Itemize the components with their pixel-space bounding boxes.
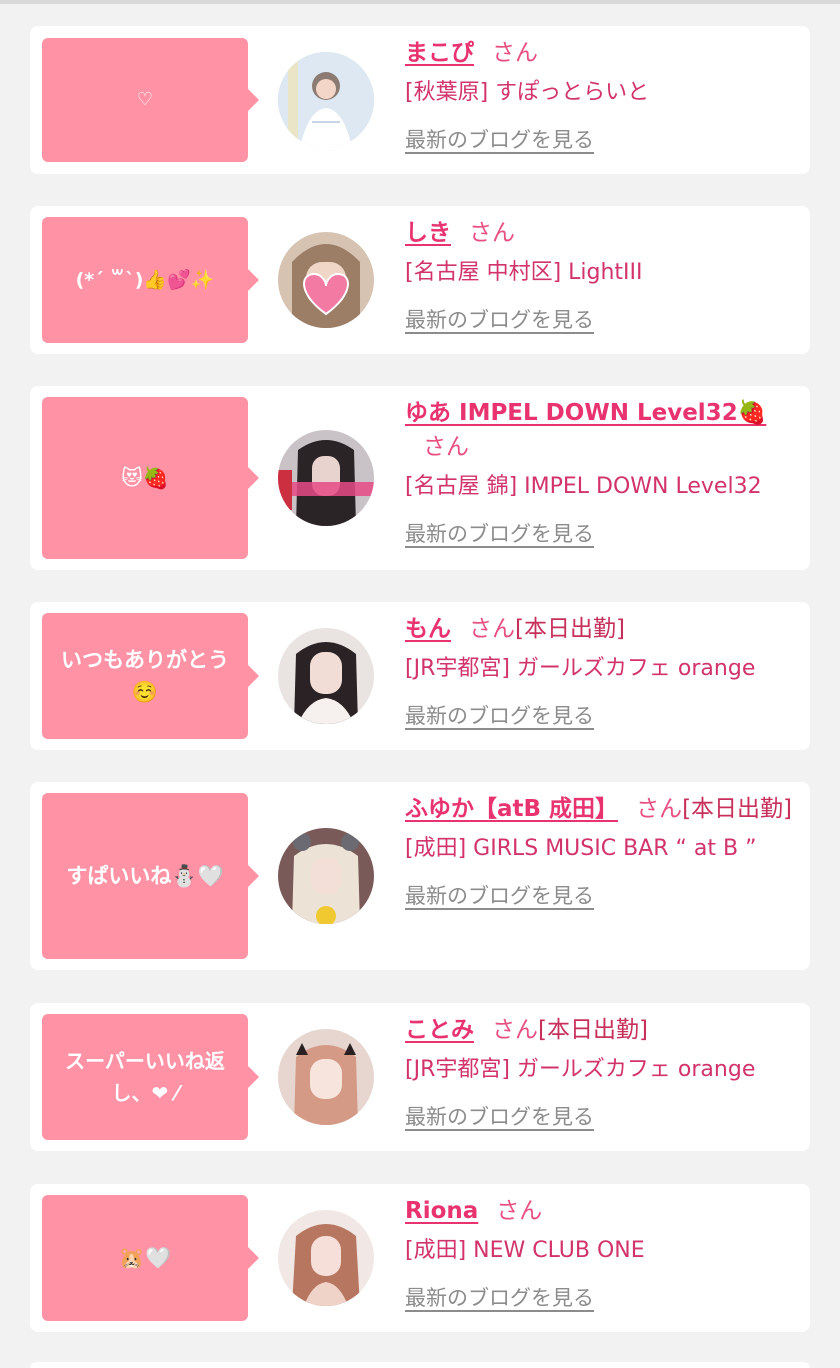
message-bubble: 🐹🤍 [42, 1195, 259, 1321]
user-name-link[interactable]: しき [405, 220, 451, 246]
message-bubble: ♡ [42, 38, 259, 162]
shop-info: [JR宇都宮] ガールズカフェ orange [405, 1057, 756, 1082]
user-name-link[interactable]: ゆあ IMPEL DOWN Level32🍓 [405, 400, 766, 426]
avatar-photo [278, 1029, 374, 1125]
avatar[interactable] [278, 628, 374, 724]
avatar-photo [278, 430, 374, 526]
avatar-photo [278, 52, 374, 148]
honorific: さん [492, 40, 538, 66]
message-bubble: すぱいいね⛄️🤍 [42, 793, 259, 959]
message-text: ♡ [136, 89, 154, 110]
avatar[interactable] [278, 828, 374, 924]
avatar-photo [278, 628, 374, 724]
message-bubble: 😻🍓 [42, 397, 259, 559]
user-name-link[interactable]: ことみ [405, 1017, 474, 1043]
message-bubble: スーパーいいね返し、❤︎ ⁄ [42, 1014, 259, 1140]
latest-blog-link[interactable]: 最新のブログを見る [405, 1282, 594, 1312]
shop-info: [成田] GIRLS MUSIC BAR “ at B ” [405, 836, 757, 861]
honorific: さん [496, 1198, 543, 1224]
top-divider [0, 0, 840, 4]
message-text: 🐹🤍 [118, 1246, 172, 1270]
latest-blog-link[interactable]: 最新のブログを見る [405, 124, 594, 154]
latest-blog-link[interactable]: 最新のブログを見る [405, 880, 594, 910]
user-name-link[interactable]: まこぴ [405, 40, 474, 66]
latest-blog-link[interactable]: 最新のブログを見る [405, 304, 594, 334]
avatar[interactable] [278, 1210, 374, 1306]
avatar[interactable] [278, 52, 374, 148]
shop-info: [JR宇都宮] ガールズカフェ orange [405, 656, 756, 681]
honorific: さん [636, 796, 683, 822]
latest-blog-link[interactable]: 最新のブログを見る [405, 700, 594, 730]
avatar[interactable] [278, 1029, 374, 1125]
honorific: さん [469, 616, 515, 642]
message-bubble: (*´ ꒳`)👍💕✨ [42, 217, 259, 343]
list-item: すぱいいね⛄️🤍 ふゆか【atB 成田】 さん[本日出勤] [成田] GIRLS … [30, 782, 810, 970]
avatar[interactable] [278, 232, 374, 328]
status-label: [本日出勤] [538, 1017, 648, 1043]
message-text: (*´ ꒳`)👍💕✨ [75, 269, 215, 291]
avatar-photo [278, 828, 374, 924]
honorific: さん [492, 1017, 538, 1043]
status-label: [本日出勤] [515, 616, 625, 642]
shop-info: [名古屋 中村区] LightIII [405, 260, 643, 285]
user-name-link[interactable]: ふゆか【atB 成田】 [405, 796, 618, 822]
list-item: (*´ ꒳`)👍💕✨ しき さん [名古屋 中村区] LightIII 最新のブロ… [30, 206, 810, 354]
list-item: 😻🍓 ゆあ IMPEL DOWN Level32🍓 さん [名古屋 錦] IMPE… [30, 386, 810, 570]
avatar[interactable] [278, 430, 374, 526]
message-text: 😻🍓 [120, 466, 170, 490]
list-item: スーパーいいね返し、❤︎ ⁄ ことみ さん[本日出勤] [JR宇都宮] ガールズカ… [30, 1003, 810, 1151]
list-item [30, 1362, 810, 1368]
message-text: いつもありがとう☺️ [61, 648, 229, 704]
honorific: さん [469, 220, 515, 246]
avatar-photo [278, 232, 374, 328]
user-name-link[interactable]: Riona [405, 1198, 478, 1224]
avatar-photo [278, 1210, 374, 1306]
latest-blog-link[interactable]: 最新のブログを見る [405, 518, 594, 548]
message-bubble: いつもありがとう☺️ [42, 613, 259, 739]
message-text: すぱいいね⛄️🤍 [66, 864, 224, 888]
shop-info: [秋葉原] すぽっとらいと [405, 80, 650, 105]
honorific: さん [423, 434, 469, 460]
shop-info: [名古屋 錦] IMPEL DOWN Level32 [405, 474, 762, 499]
message-text: スーパーいいね返し、❤︎ ⁄ [65, 1049, 225, 1105]
user-name-link[interactable]: もん [405, 616, 451, 642]
status-label: [本日出勤] [682, 796, 793, 822]
latest-blog-link[interactable]: 最新のブログを見る [405, 1101, 594, 1131]
list-item: いつもありがとう☺️ もん さん[本日出勤] [JR宇都宮] ガールズカフェ or… [30, 602, 810, 750]
list-item: 🐹🤍 Riona さん [成田] NEW CLUB ONE 最新のブログを見る [30, 1184, 810, 1332]
shop-info: [成田] NEW CLUB ONE [405, 1238, 645, 1263]
list-item: ♡ まこぴ さん [秋葉原] すぽっとらいと 最新のブログを見る [30, 26, 810, 174]
